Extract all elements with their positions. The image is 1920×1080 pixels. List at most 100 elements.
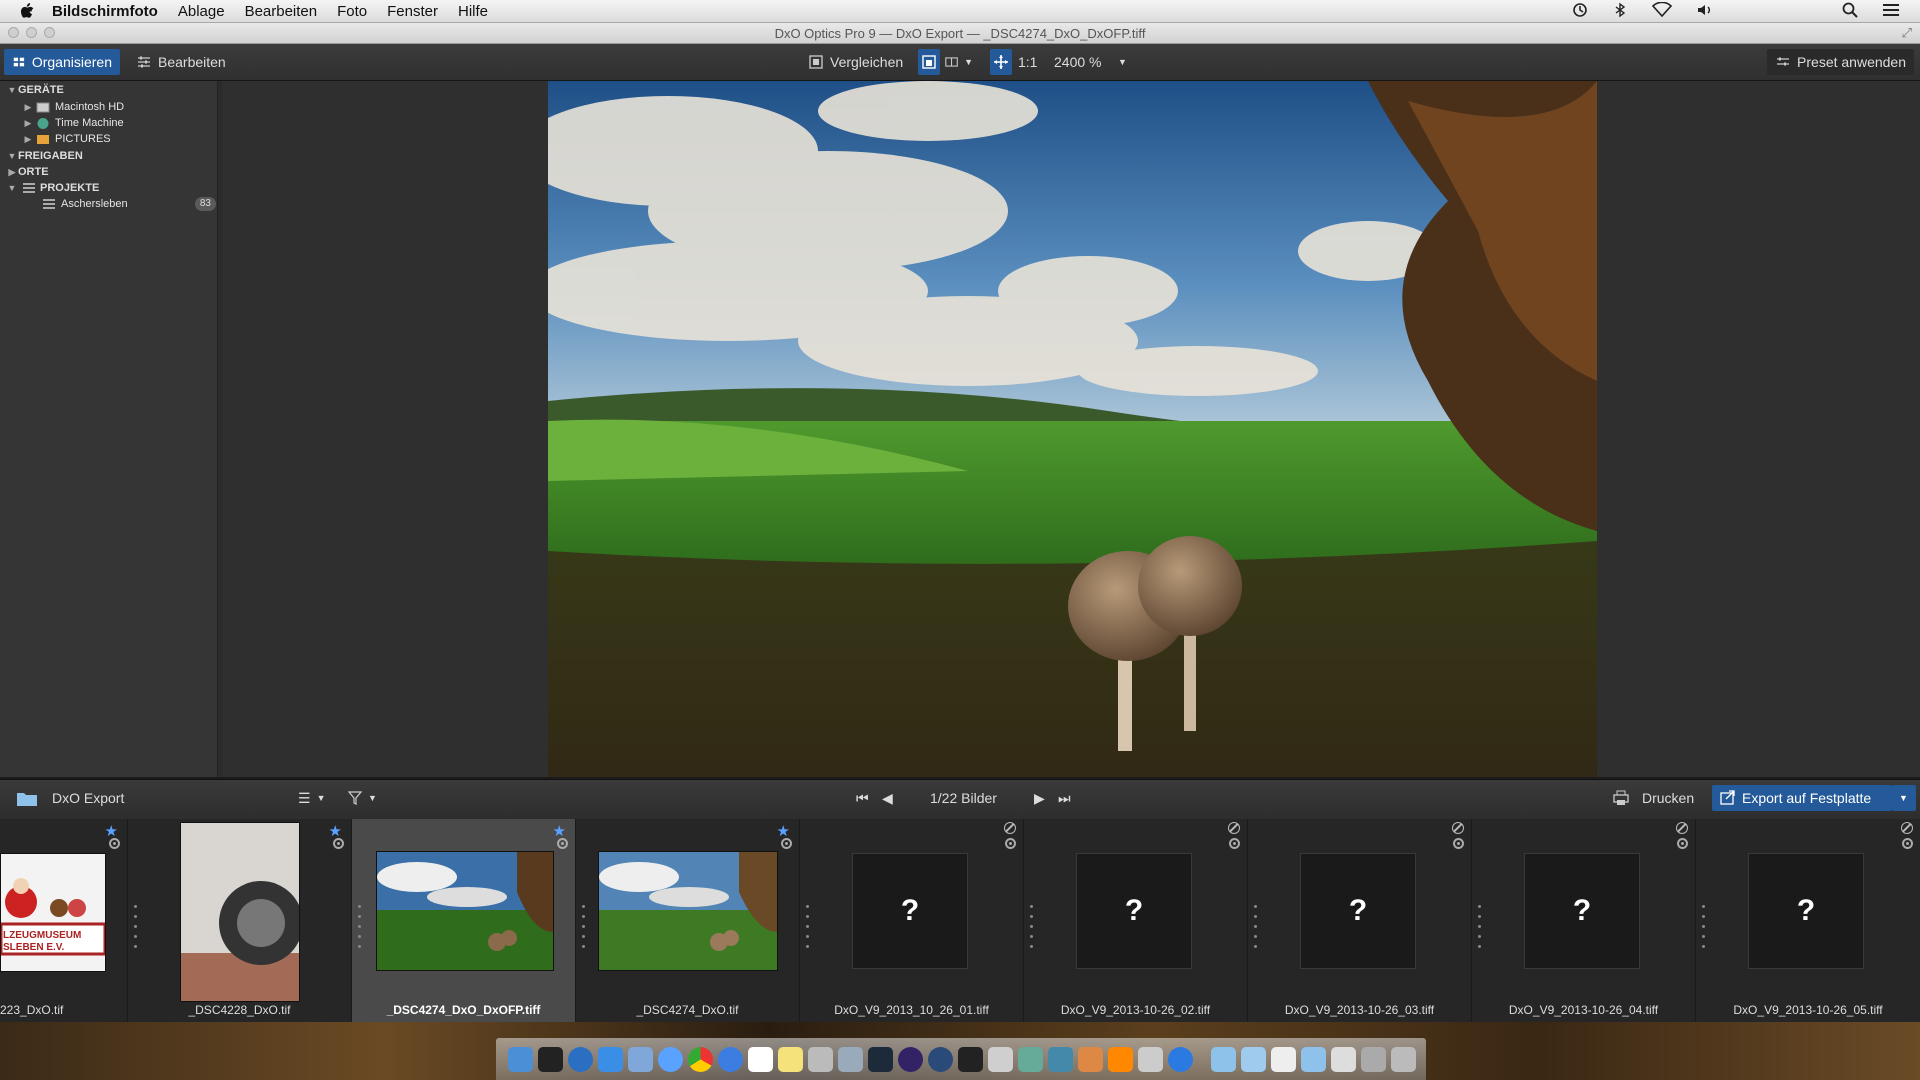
- app-icon-green[interactable]: [1018, 1046, 1043, 1072]
- status-icon[interactable]: [333, 838, 344, 849]
- thumbnail-cell[interactable]: ? DxO_V9_2013-10-26_03.tiff: [1248, 819, 1472, 1022]
- status-icon[interactable]: [781, 838, 792, 849]
- drag-handle-icon[interactable]: [1254, 905, 1257, 948]
- volume-icon[interactable]: [1696, 2, 1714, 21]
- project-aschersleben[interactable]: Aschersleben 83: [42, 195, 216, 213]
- documents-icon[interactable]: [1271, 1046, 1296, 1072]
- menu-bearbeiten[interactable]: Bearbeiten: [245, 3, 318, 20]
- app-store-icon[interactable]: [1168, 1046, 1193, 1072]
- app-icon-silver[interactable]: [1138, 1046, 1163, 1072]
- edit-tab[interactable]: Bearbeiten: [128, 49, 234, 75]
- status-icon[interactable]: [1453, 838, 1464, 849]
- close-window-button[interactable]: [8, 27, 19, 38]
- status-icon[interactable]: [557, 838, 568, 849]
- thumbnail-cell[interactable]: LZEUGMUSEUM SLEBEN E.V. ★ 223_DxO.tif: [0, 819, 128, 1022]
- thumbnail-cell[interactable]: ? DxO_V9_2013-10-26_04.tiff: [1472, 819, 1696, 1022]
- app-icon-dark[interactable]: [1361, 1046, 1386, 1072]
- drag-handle-icon[interactable]: [358, 905, 361, 948]
- next-image-button[interactable]: ▶: [1026, 785, 1053, 811]
- chrome-icon[interactable]: [688, 1046, 713, 1072]
- drag-handle-icon[interactable]: [806, 905, 809, 948]
- status-icon[interactable]: [1677, 838, 1688, 849]
- app-icon-purple[interactable]: [898, 1046, 923, 1072]
- drag-handle-icon[interactable]: [1702, 905, 1705, 948]
- app-icon-orange[interactable]: [1078, 1046, 1103, 1072]
- menu-ablage[interactable]: Ablage: [178, 3, 225, 20]
- finder-icon[interactable]: [508, 1046, 533, 1072]
- ratio-1-1-button[interactable]: 1:1: [1012, 49, 1043, 75]
- trash-icon[interactable]: [1391, 1046, 1416, 1072]
- not-processed-icon[interactable]: [1676, 822, 1688, 834]
- system-preferences-icon[interactable]: [568, 1046, 593, 1072]
- apple-icon[interactable]: [18, 2, 36, 20]
- stack-icon[interactable]: [1331, 1046, 1356, 1072]
- home-folder-icon[interactable]: [1241, 1046, 1266, 1072]
- downloads-folder-icon[interactable]: [1301, 1046, 1326, 1072]
- safari-icon[interactable]: [658, 1046, 683, 1072]
- single-view-button[interactable]: [918, 49, 940, 75]
- lightroom-icon[interactable]: [868, 1046, 893, 1072]
- textedit-icon[interactable]: [808, 1046, 833, 1072]
- thumbnail-cell[interactable]: ★ _DSC4274_DxO.tif: [576, 819, 800, 1022]
- not-processed-icon[interactable]: [1901, 822, 1913, 834]
- filter-button[interactable]: ▼: [340, 785, 385, 811]
- export-menu-button[interactable]: ▼: [1892, 785, 1916, 811]
- zoom-window-button[interactable]: [44, 27, 55, 38]
- minimize-window-button[interactable]: [26, 27, 37, 38]
- spotlight-search-icon[interactable]: [1842, 2, 1858, 21]
- menu-hilfe[interactable]: Hilfe: [458, 3, 488, 20]
- preview-icon[interactable]: [628, 1046, 653, 1072]
- notes-icon[interactable]: [778, 1046, 803, 1072]
- split-view-button[interactable]: ▼: [942, 49, 976, 75]
- menu-app-name[interactable]: Bildschirmfoto: [52, 3, 158, 20]
- apply-preset-button[interactable]: Preset anwenden: [1767, 49, 1914, 75]
- status-icon[interactable]: [1005, 838, 1016, 849]
- main-photo[interactable]: [548, 81, 1597, 777]
- folder-button[interactable]: DxO Export: [8, 785, 132, 811]
- calendar-icon[interactable]: [748, 1046, 773, 1072]
- export-to-disk-button[interactable]: Export auf Festplatte: [1712, 785, 1892, 811]
- sort-button[interactable]: ☰ ▼: [290, 785, 333, 811]
- previous-image-button[interactable]: ◀: [874, 785, 901, 811]
- thumbnail-cell[interactable]: ? DxO_V9_2013_10_26_01.tiff: [800, 819, 1024, 1022]
- fullscreen-icon[interactable]: ⤢: [1902, 25, 1912, 41]
- app-icon-gray[interactable]: [988, 1046, 1013, 1072]
- last-image-button[interactable]: ⏭: [1050, 785, 1079, 811]
- status-icon[interactable]: [1229, 838, 1240, 849]
- drag-handle-icon[interactable]: [1030, 905, 1033, 948]
- drag-handle-icon[interactable]: [582, 905, 585, 948]
- not-processed-icon[interactable]: [1004, 822, 1016, 834]
- first-image-button[interactable]: ⏮: [848, 785, 877, 811]
- terminal-icon[interactable]: [538, 1046, 563, 1072]
- status-icon[interactable]: [1902, 838, 1913, 849]
- not-processed-icon[interactable]: [1452, 822, 1464, 834]
- wifi-icon[interactable]: [1651, 1, 1673, 21]
- compare-button[interactable]: Vergleichen: [800, 49, 911, 75]
- app-icon-steel[interactable]: [1048, 1046, 1073, 1072]
- photos-icon[interactable]: [838, 1046, 863, 1072]
- thumbnail-cell[interactable]: ★ _DSC4228_DxO.tif: [128, 819, 352, 1022]
- devices-header[interactable]: ▼ GERÄTE: [6, 81, 64, 99]
- notification-center-icon[interactable]: [1882, 2, 1900, 21]
- move-tool-button[interactable]: [990, 49, 1012, 75]
- organize-tab[interactable]: Organisieren: [4, 49, 120, 75]
- menu-fenster[interactable]: Fenster: [387, 3, 438, 20]
- itunes-icon[interactable]: [718, 1046, 743, 1072]
- applications-folder-icon[interactable]: [1211, 1046, 1236, 1072]
- thumbnail-cell-selected[interactable]: ★ _DSC4274_DxO_DxOFP.tiff: [352, 819, 576, 1022]
- nx2-icon[interactable]: [958, 1046, 983, 1072]
- app-icon-blue[interactable]: [928, 1046, 953, 1072]
- thumbnail-cell[interactable]: ? DxO_V9_2013-10-26_05.tiff: [1696, 819, 1920, 1022]
- time-machine-icon[interactable]: [1572, 2, 1588, 21]
- drag-handle-icon[interactable]: [134, 905, 137, 948]
- print-button[interactable]: Drucken: [1604, 785, 1702, 811]
- drag-handle-icon[interactable]: [1478, 905, 1481, 948]
- bluetooth-icon[interactable]: [1612, 2, 1628, 21]
- thumbnail-cell[interactable]: ? DxO_V9_2013-10-26_02.tiff: [1024, 819, 1248, 1022]
- mail-icon[interactable]: [598, 1046, 623, 1072]
- zoom-dropdown-icon[interactable]: ▼: [1114, 49, 1131, 75]
- not-processed-icon[interactable]: [1228, 822, 1240, 834]
- menu-foto[interactable]: Foto: [337, 3, 367, 20]
- device-pictures[interactable]: ▶ PICTURES: [22, 130, 111, 148]
- vlc-icon[interactable]: [1108, 1046, 1133, 1072]
